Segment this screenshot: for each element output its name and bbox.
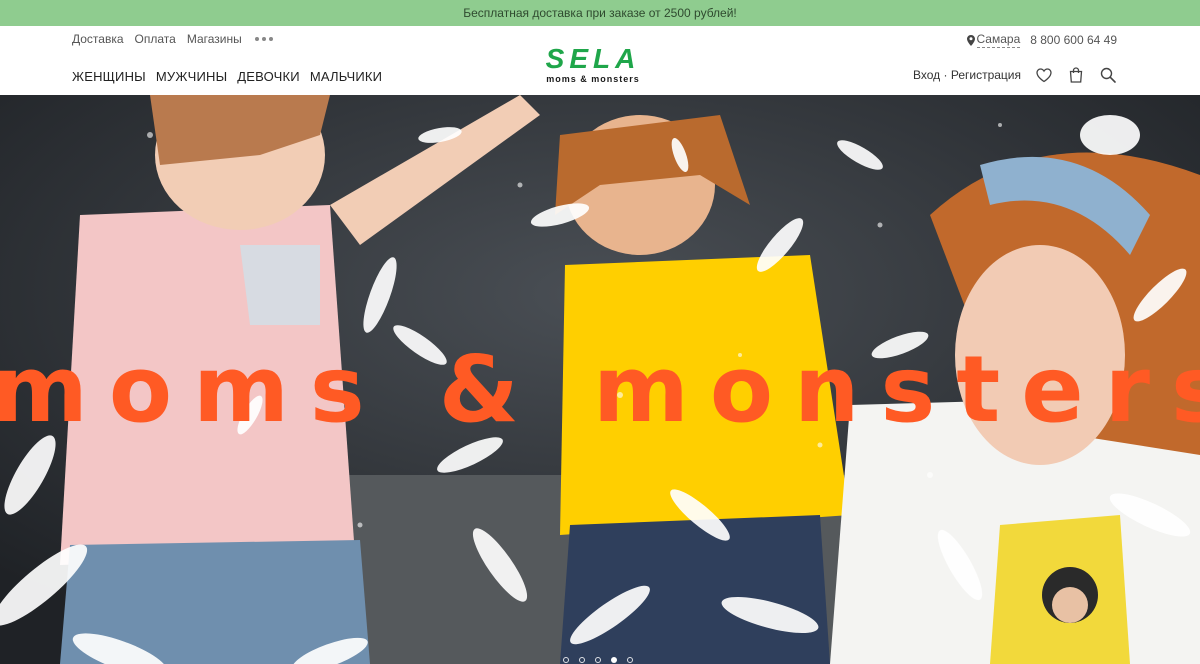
logo-tagline: moms & monsters bbox=[546, 74, 640, 84]
nav-item-girls[interactable]: ДЕВОЧКИ bbox=[237, 69, 300, 84]
link-payment[interactable]: Оплата bbox=[135, 32, 176, 46]
top-links: Доставка Оплата Магазины bbox=[72, 32, 273, 46]
search-icon[interactable] bbox=[1099, 66, 1117, 84]
heart-icon[interactable] bbox=[1035, 66, 1053, 84]
city-selector[interactable]: Самара bbox=[966, 32, 1021, 48]
shopping-bag-icon[interactable] bbox=[1067, 66, 1085, 84]
login-register-link[interactable]: Вход · Регистрация bbox=[913, 68, 1021, 82]
nav-item-boys[interactable]: МАЛЬЧИКИ bbox=[310, 69, 382, 84]
link-delivery[interactable]: Доставка bbox=[72, 32, 124, 46]
site-header: Доставка Оплата Магазины ЖЕНЩИНЫ МУЖЧИНЫ… bbox=[0, 26, 1200, 95]
hero-banner[interactable]: moms & monsters bbox=[0, 95, 1200, 664]
slide-dot-1[interactable] bbox=[563, 657, 569, 663]
slider-pagination bbox=[563, 657, 633, 663]
city-name: Самара bbox=[976, 32, 1021, 48]
nav-item-men[interactable]: МУЖЧИНЫ bbox=[156, 69, 227, 84]
user-actions: Вход · Регистрация bbox=[913, 66, 1117, 84]
promo-text: Бесплатная доставка при заказе от 2500 р… bbox=[463, 6, 737, 20]
slide-dot-4[interactable] bbox=[611, 657, 617, 663]
site-logo[interactable]: SELA moms & monsters bbox=[538, 43, 648, 85]
promo-banner: Бесплатная доставка при заказе от 2500 р… bbox=[0, 0, 1200, 26]
slide-dot-2[interactable] bbox=[579, 657, 585, 663]
slide-dot-5[interactable] bbox=[627, 657, 633, 663]
link-stores[interactable]: Магазины bbox=[187, 32, 242, 46]
main-nav: ЖЕНЩИНЫ МУЖЧИНЫ ДЕВОЧКИ МАЛЬЧИКИ bbox=[72, 69, 382, 84]
phone-number[interactable]: 8 800 600 64 49 bbox=[1030, 33, 1117, 47]
map-pin-icon bbox=[966, 34, 975, 46]
hero-title: moms & monsters bbox=[0, 336, 1200, 443]
more-dots-icon[interactable] bbox=[254, 37, 273, 41]
nav-item-women[interactable]: ЖЕНЩИНЫ bbox=[72, 69, 146, 84]
slide-dot-3[interactable] bbox=[595, 657, 601, 663]
region-bar: Самара 8 800 600 64 49 bbox=[966, 32, 1117, 48]
logo-wordmark: SELA bbox=[545, 43, 641, 74]
